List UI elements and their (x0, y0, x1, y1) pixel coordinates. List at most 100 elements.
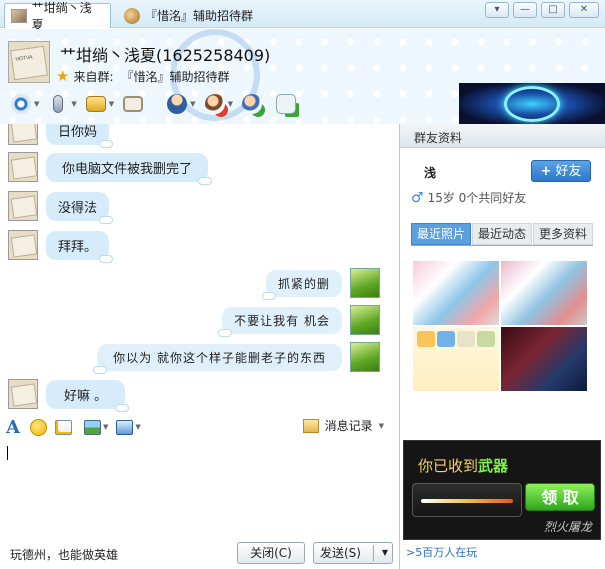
message-text: 拜拜。 (58, 239, 98, 255)
ad-highlight: 武器 (478, 457, 509, 475)
message-bubble: 拜拜。 (46, 230, 114, 263)
dropdown-icon[interactable]: ▾ (485, 2, 509, 18)
police-icon (167, 94, 188, 114)
message-item: 你电脑文件被我删完了 (8, 152, 213, 185)
game-ad[interactable]: 你已收到武器 领 取 烈火屠龙 (403, 440, 601, 540)
weapon-image (412, 483, 522, 517)
message-item: 抓紧的删 (261, 268, 380, 300)
avatar[interactable] (8, 152, 38, 182)
message-bubble: 日你妈 (46, 124, 114, 148)
history-label: 消息记录 (324, 419, 373, 433)
message-history-button[interactable]: 消息记录 ▼ (302, 417, 388, 434)
add-friend-button[interactable] (237, 91, 267, 117)
screenshot-button[interactable]: ▼ (116, 416, 144, 438)
message-bubble: 好嘛 。 (46, 379, 130, 412)
image-button[interactable]: ▼ (83, 416, 112, 438)
photo-thumbnail[interactable] (501, 261, 587, 325)
from-label: 来自群: (73, 69, 114, 84)
add-friend-button[interactable]: + 好友 (531, 160, 591, 182)
message-item: 你以为 就你这个样子能删老子的东西 (93, 342, 380, 374)
screen-button[interactable] (118, 91, 148, 117)
chevron-down-icon[interactable]: ▼ (103, 423, 108, 431)
message-item: 不要让我有 机会 (218, 305, 380, 337)
claim-button[interactable]: 领 取 (525, 483, 595, 511)
tab-label: 『惜洺』辅助招待群 (145, 9, 254, 23)
from-group-name[interactable]: 『惜洺』辅助招待群 (122, 68, 230, 85)
avatar[interactable] (8, 124, 38, 145)
message-text: 好嘛 。 (64, 388, 108, 404)
chat-toolbar: ▼ ▼ ▼ ▼ ▼ (6, 91, 301, 117)
close-button[interactable]: 关闭(C) (237, 542, 305, 564)
sms-button[interactable] (271, 91, 301, 117)
from-group-row: ★ 来自群: 『惜洺』辅助招待群 (56, 67, 230, 85)
video-button[interactable] (6, 91, 36, 117)
block-user-button[interactable] (200, 91, 230, 117)
window-controls: ▾ — □ ✕ (485, 2, 599, 18)
message-item: 日你妈 (8, 124, 114, 148)
ad-headline: 你已收到武器 (418, 457, 509, 475)
tab-group-avatar (124, 7, 140, 24)
close-window-button[interactable]: ✕ (569, 2, 599, 18)
avatar[interactable] (350, 305, 380, 335)
male-icon: ♂ (411, 189, 424, 206)
member-info-text: 15岁 0个共同好友 (427, 191, 527, 205)
tab-chat-group[interactable]: 『惜洺』辅助招待群 (118, 3, 261, 28)
message-bubble: 抓紧的删 (261, 269, 342, 300)
tab-recent-photos[interactable]: 最近照片 (411, 223, 472, 245)
font-button[interactable]: A (6, 416, 20, 438)
avatar[interactable]: HOTVA (8, 41, 50, 83)
bottom-bar: 玩德州，也能做英雄 关闭(C) 发送(S) ▼ (0, 537, 398, 569)
voice-button[interactable] (43, 91, 73, 117)
member-info: ♂ 15岁 0个共同好友 (411, 189, 526, 206)
police-button[interactable] (162, 91, 192, 117)
tab-more-info[interactable]: 更多资料 (533, 223, 594, 245)
text-caret (7, 446, 8, 460)
photo-thumbnail[interactable] (413, 327, 499, 391)
message-text: 你电脑文件被我删完了 (62, 161, 193, 177)
ad-slogan-link[interactable]: 玩德州，也能做英雄 (10, 546, 118, 563)
avatar[interactable] (8, 191, 38, 221)
file-transfer-button[interactable] (81, 91, 111, 117)
chat-header: HOTVA 艹坩绱丶浅夏(1625258409) ★ 来自群: 『惜洺』辅助招待… (0, 29, 605, 125)
history-icon (302, 418, 319, 433)
header-ad-banner[interactable] (459, 83, 605, 125)
chevron-down-icon[interactable]: ▼ (135, 423, 140, 431)
photo-grid (413, 261, 591, 397)
format-toolbar: A ▼ ▼ 消息记录 ▼ (0, 414, 398, 440)
sms-icon (275, 94, 296, 114)
info-tabs: 最近照片 最近动态 更多资料 (411, 223, 594, 245)
minimize-button[interactable]: — (513, 2, 537, 18)
avatar[interactable] (8, 379, 38, 409)
tab-chat-user[interactable]: 艹坩绱丶浅夏 (4, 1, 111, 32)
add-friend-label: 好友 (555, 164, 582, 179)
image-icon (83, 419, 101, 435)
tab-recent-activity[interactable]: 最近动态 (472, 223, 533, 245)
message-input[interactable] (0, 440, 398, 536)
tab-avatar (11, 9, 27, 23)
send-button[interactable]: 发送(S) ▼ (313, 542, 393, 564)
photo-thumbnail[interactable] (501, 327, 587, 391)
photo-thumbnail[interactable] (413, 261, 499, 325)
avatar[interactable] (350, 268, 380, 298)
message-bubble: 没得法 (46, 191, 114, 224)
contact-name: 艹坩绱丶浅夏(1625258409) (60, 46, 271, 65)
video-icon (11, 94, 31, 114)
add-friend-icon (241, 94, 262, 114)
magic-expression-button[interactable] (54, 416, 72, 438)
emoticon-button[interactable] (29, 416, 47, 438)
message-bubble: 你电脑文件被我删完了 (46, 152, 213, 185)
ad-footer-link[interactable]: >5百万人在玩 (406, 544, 477, 560)
message-list[interactable]: 日你妈 你电脑文件被我删完了 没得法 拜拜。 抓紧的删 不要让我有 机会 你以为… (0, 124, 398, 412)
maximize-button[interactable]: □ (541, 2, 565, 18)
message-text: 抓紧的删 (277, 276, 330, 291)
avatar[interactable] (350, 342, 380, 372)
avatar[interactable] (8, 230, 38, 260)
title-bar: 艹坩绱丶浅夏 『惜洺』辅助招待群 ▾ — □ ✕ (0, 0, 605, 32)
chevron-down-icon[interactable]: ▼ (379, 422, 384, 430)
message-item: 拜拜。 (8, 230, 114, 263)
chevron-down-icon[interactable]: ▼ (382, 543, 388, 563)
voice-icon (53, 95, 64, 113)
message-bubble: 你以为 就你这个样子能删老子的东西 (93, 343, 342, 374)
member-name: 浅 (424, 166, 437, 180)
plus-icon: + (540, 164, 552, 179)
